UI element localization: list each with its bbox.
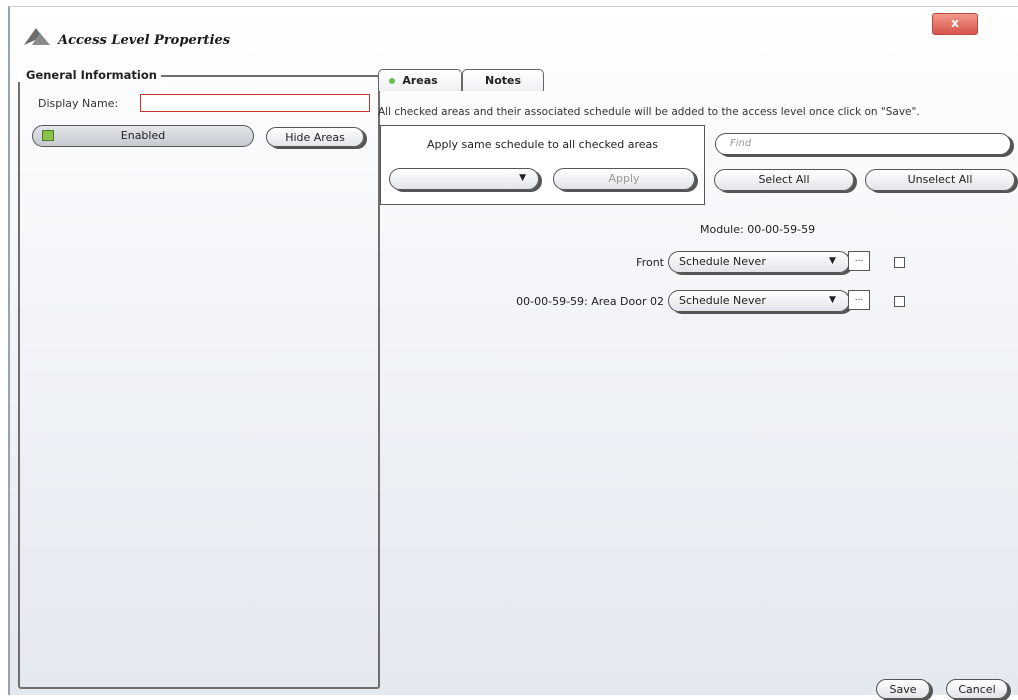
schedule-dropdown[interactable]: Schedule Never ▼	[668, 251, 850, 273]
window-title: Access Level Properties	[58, 33, 231, 48]
cancel-button[interactable]: Cancel	[946, 679, 1008, 699]
enabled-label: Enabled	[120, 129, 166, 142]
tab-areas[interactable]: Areas	[378, 69, 462, 91]
chevron-down-icon: ▼	[519, 173, 526, 183]
enabled-check-icon	[42, 130, 54, 141]
unselect-all-button[interactable]: Unselect All	[865, 169, 1015, 191]
schedule-browse-button[interactable]: ...	[848, 290, 870, 310]
select-all-button[interactable]: Select All	[714, 169, 854, 191]
module-label: Module: 00-00-59-59	[700, 223, 816, 236]
chevron-down-icon: ▼	[829, 295, 836, 305]
general-information-legend: General Information	[18, 68, 161, 82]
area-row-schedule: Schedule Never ▼ ...	[668, 251, 870, 273]
areas-info-text: All checked areas and their associated s…	[378, 106, 920, 118]
active-dot-icon	[389, 78, 395, 84]
save-button[interactable]: Save	[876, 679, 930, 699]
general-information-group: General Information Display Name: Enable…	[18, 68, 380, 689]
schedule-value: Schedule Never	[679, 255, 766, 268]
hide-areas-button[interactable]: Hide Areas	[266, 127, 364, 147]
access-level-icon	[24, 28, 50, 45]
area-row-label: Front	[636, 256, 664, 269]
tab-areas-label: Areas	[402, 74, 438, 87]
display-name-label: Display Name:	[38, 97, 119, 110]
schedule-dropdown[interactable]: Schedule Never ▼	[668, 290, 850, 312]
find-input[interactable]: Find	[715, 133, 1011, 155]
schedule-browse-button[interactable]: ...	[848, 251, 870, 271]
area-row-checkbox[interactable]	[894, 257, 905, 268]
apply-button[interactable]: Apply	[553, 168, 695, 190]
area-row-label: 00-00-59-59: Area Door 02	[516, 295, 664, 308]
apply-schedule-box: Apply same schedule to all checked areas…	[380, 125, 705, 205]
apply-schedule-dropdown[interactable]: ▼	[389, 168, 539, 190]
enabled-toggle[interactable]: Enabled	[32, 125, 254, 147]
close-button[interactable]: x	[932, 13, 978, 35]
display-name-input[interactable]	[140, 94, 370, 112]
apply-schedule-title: Apply same schedule to all checked areas	[426, 138, 658, 151]
area-row-checkbox[interactable]	[894, 296, 905, 307]
access-level-window: Access Level Properties x General Inform…	[8, 6, 1018, 699]
tab-notes[interactable]: Notes	[462, 69, 544, 91]
title-bar: Access Level Properties x	[10, 7, 1018, 55]
area-row-schedule: Schedule Never ▼ ...	[668, 290, 870, 312]
chevron-down-icon: ▼	[829, 256, 836, 266]
schedule-value: Schedule Never	[679, 294, 766, 307]
